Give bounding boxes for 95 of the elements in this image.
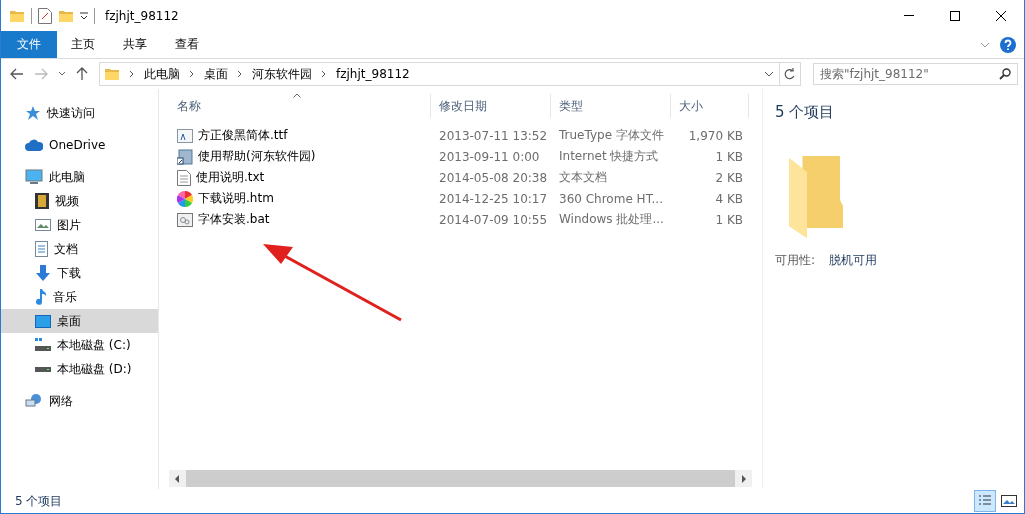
table-cell-text: 2014-07-09 10:55	[438, 212, 549, 227]
ribbon-tab[interactable]: 共享	[109, 31, 161, 58]
status-text: 5 个项目	[15, 492, 63, 510]
horizontal-scrollbar[interactable]	[169, 470, 752, 487]
film-icon	[35, 193, 49, 209]
drive-icon	[35, 366, 51, 372]
ribbon-tab[interactable]: 查看	[161, 31, 213, 58]
breadcrumb[interactable]: 桌面	[204, 65, 228, 83]
breadcrumb[interactable]: 此电脑	[144, 65, 180, 83]
breadcrumb[interactable]: 河东软件园	[252, 65, 312, 83]
nav-item[interactable]: 音乐	[1, 285, 158, 309]
dropdown-icon[interactable]	[764, 71, 774, 77]
monitor-icon	[25, 169, 43, 185]
ribbon-tab[interactable]: 文件	[1, 31, 57, 58]
nav-item[interactable]: 桌面	[1, 309, 158, 333]
nav-item[interactable]: 图片	[1, 213, 158, 237]
minimize-icon	[904, 15, 914, 16]
font-file-icon	[177, 127, 193, 144]
network-icon	[25, 393, 43, 409]
close-icon	[996, 10, 1006, 21]
file-name[interactable]: 下载说明.htm	[198, 190, 274, 207]
table-cell-text: 2013-07-11 13:52	[438, 128, 549, 143]
dropdown-icon[interactable]	[80, 11, 88, 20]
nav-item[interactable]: 下载	[1, 261, 158, 285]
table-cell-text: 360 Chrome HT...	[558, 191, 664, 206]
chevron-right-icon	[237, 70, 243, 78]
search-field[interactable]: 搜索"fzjhjt_98112"	[813, 63, 1018, 85]
nav-item[interactable]: 视频	[1, 189, 158, 213]
sort-ascending-icon	[293, 93, 301, 98]
property-label: 可用性:	[775, 252, 816, 269]
shortcut-file-icon	[177, 148, 193, 165]
nav-item[interactable]: 本地磁盘 (C:)	[1, 333, 158, 357]
file-name[interactable]: 方正俊黑简体.ttf	[198, 127, 288, 144]
batch-file-icon	[177, 212, 193, 227]
chevron-down-icon	[58, 71, 66, 77]
table-cell-text: 2 KB	[714, 170, 744, 185]
table-cell-text: 2014-05-08 20:38	[438, 170, 549, 185]
list-icon	[978, 494, 992, 508]
table-cell-text: 1,970 KB	[687, 128, 744, 143]
back-arrow-icon	[10, 68, 24, 80]
address-field[interactable]: 此电脑 桌面 河东软件园 fzjhjt_98112	[99, 62, 780, 86]
file-name[interactable]: 使用帮助(河东软件园)	[198, 148, 316, 165]
window-title: fzjhjt_98112	[105, 8, 179, 23]
nav-item[interactable]: 网络	[1, 389, 158, 413]
folder-icon	[789, 156, 845, 240]
expand-ribbon-icon[interactable]	[980, 41, 990, 48]
download-arrow-icon	[35, 265, 51, 281]
forward-arrow-icon	[34, 68, 48, 80]
properties-icon[interactable]	[38, 7, 52, 24]
chevron-right-icon	[189, 70, 195, 78]
star-icon	[25, 105, 41, 121]
table-cell-text: 2014-12-25 10:17	[438, 191, 549, 206]
maximize-icon	[950, 10, 960, 21]
breadcrumb[interactable]: fzjhjt_98112	[336, 67, 410, 81]
table-cell-text: 4 KB	[714, 191, 744, 206]
column-header[interactable]: 修改日期	[439, 97, 487, 115]
item-count-heading: 5 个项目	[775, 103, 836, 122]
property-value: 脱机可用	[829, 252, 878, 269]
desktop-icon	[35, 314, 51, 328]
table-cell-text: 1 KB	[714, 149, 744, 164]
nav-item[interactable]: 此电脑	[1, 165, 158, 189]
ribbon-tab[interactable]: 主页	[57, 31, 109, 58]
file-name[interactable]: 字体安装.bat	[198, 211, 270, 228]
column-header[interactable]: 名称	[177, 97, 201, 115]
table-cell-text: TrueType 字体文件	[558, 127, 665, 144]
up-arrow-icon	[76, 67, 88, 81]
chevron-right-icon	[321, 70, 327, 78]
document-icon	[35, 241, 48, 257]
scroll-left-icon[interactable]	[175, 474, 180, 483]
nav-item[interactable]: 文档	[1, 237, 158, 261]
table-cell-text: 2013-09-11 0:00	[438, 149, 541, 164]
refresh-button[interactable]	[779, 62, 801, 86]
image-icon	[1001, 495, 1017, 507]
chevron-right-icon	[129, 70, 135, 78]
search-icon	[999, 68, 1011, 80]
nav-item[interactable]: 本地磁盘 (D:)	[1, 357, 158, 381]
table-cell-text: 文本文档	[558, 169, 608, 186]
text-file-icon	[177, 169, 191, 186]
table-cell-text: 1 KB	[714, 212, 744, 227]
music-note-icon	[35, 289, 47, 305]
drive-icon	[35, 338, 51, 352]
file-name[interactable]: 使用说明.txt	[196, 169, 265, 186]
refresh-icon	[784, 68, 796, 80]
nav-item[interactable]: 快速访问	[1, 101, 158, 125]
cloud-icon	[25, 139, 43, 151]
help-icon[interactable]	[1000, 36, 1016, 53]
table-cell-text: Internet 快捷方式	[558, 148, 660, 165]
table-cell-text: Windows 批处理...	[558, 211, 665, 228]
image-icon	[35, 219, 51, 231]
column-header[interactable]: 类型	[559, 97, 583, 115]
nav-item[interactable]: OneDrive	[1, 133, 158, 157]
column-header[interactable]: 大小	[679, 97, 703, 115]
color-wheel-icon	[177, 190, 193, 207]
scroll-right-icon[interactable]	[741, 474, 746, 483]
folder-icon	[104, 66, 120, 82]
